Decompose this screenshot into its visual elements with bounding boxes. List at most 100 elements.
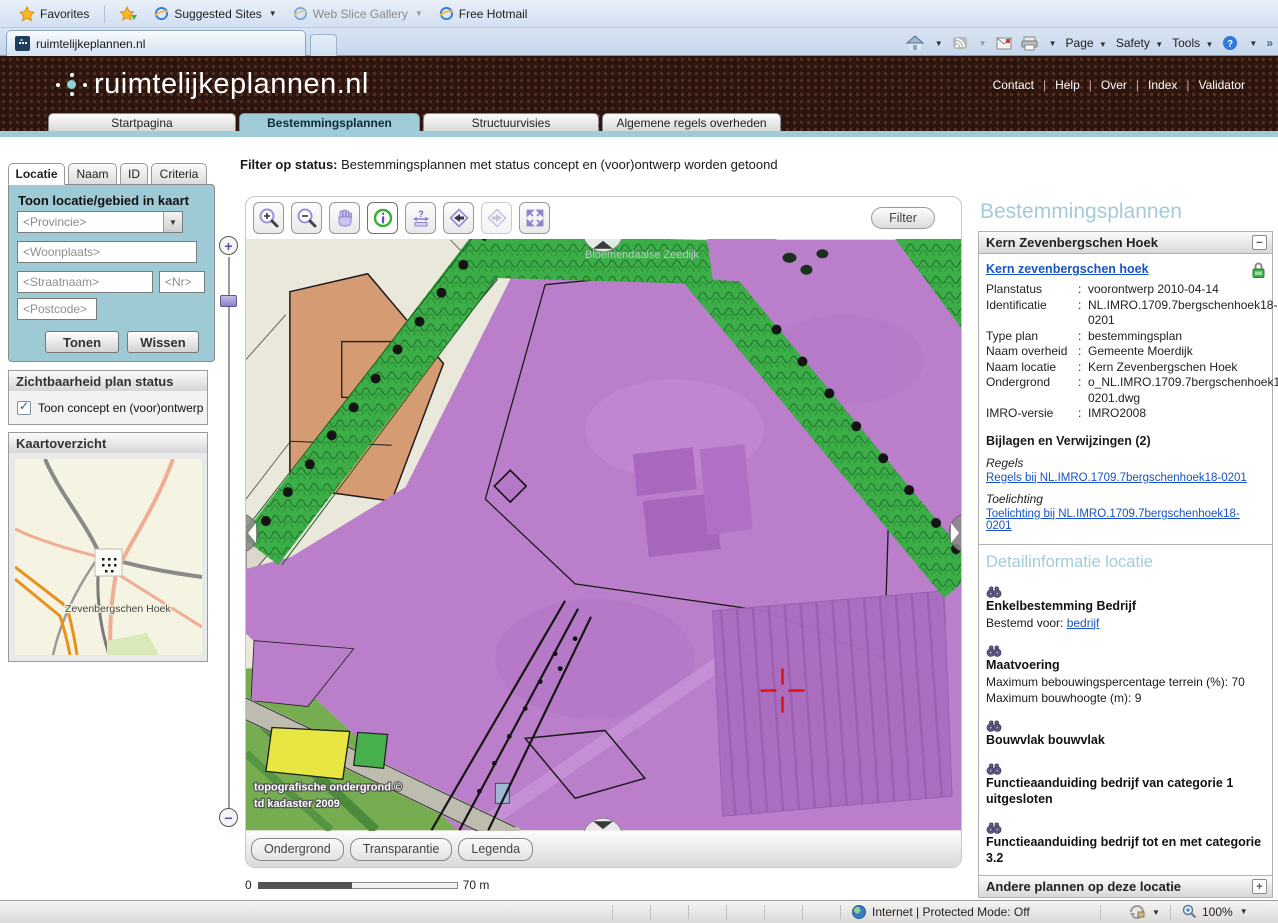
transparantie-button[interactable]: Transparantie [350, 838, 453, 861]
favorites-button[interactable]: Favorites [14, 4, 94, 24]
bedrijf-link[interactable]: bedrijf [1067, 616, 1100, 630]
wissen-button[interactable]: Wissen [127, 331, 199, 353]
zoom-out-slider-button[interactable]: − [219, 808, 238, 827]
suggested-sites-button[interactable]: Suggested Sites ▼ [149, 4, 281, 23]
pan-tool-button[interactable] [329, 202, 360, 234]
expand-button[interactable]: + [1252, 879, 1267, 894]
detail-item-functie-cat32: Functieaanduiding bedrijf tot en met cat… [986, 822, 1265, 866]
svg-text:?: ? [418, 209, 424, 219]
tab-startpagina[interactable]: Startpagina [48, 113, 236, 131]
lock-icon [1250, 260, 1267, 279]
map-frame: ? Filter [245, 196, 962, 868]
zoom-in-slider-button[interactable]: + [219, 236, 238, 255]
zoom-slider-handle[interactable] [220, 295, 237, 307]
panel-title: Bestemmingsplannen [980, 200, 1182, 224]
postcode-input[interactable] [17, 298, 97, 320]
measure-icon: ? [410, 207, 432, 229]
logo-dot [83, 83, 87, 87]
zoom-in-tool-button[interactable] [253, 202, 284, 234]
pan-hand-icon [334, 207, 356, 229]
browser-tab-bar: ruimtelijkeplannen.nl ▼ ▼ ▼ Page ▼ Safet… [0, 28, 1278, 56]
web-slice-gallery-button[interactable]: Web Slice Gallery ▼ [288, 4, 428, 23]
home-icon[interactable] [906, 35, 924, 51]
nav-validator[interactable]: Validator [1190, 78, 1254, 92]
chevron-down-icon[interactable]: ▼ [163, 212, 182, 232]
safety-menu[interactable]: Safety ▼ [1116, 36, 1163, 50]
zoom-out-tool-button[interactable] [291, 202, 322, 234]
visibility-checkbox-label: Toon concept en (voor)ontwerp [38, 401, 203, 415]
measure-tool-button[interactable]: ? [405, 202, 436, 234]
map-attribution-line2: td kadaster 2009 [254, 798, 340, 810]
zoom-slider-track[interactable] [228, 257, 230, 808]
sidebar-tab-id[interactable]: ID [120, 163, 148, 185]
overview-section-header: Kaartoverzicht [8, 432, 208, 454]
page-menu[interactable]: Page ▼ [1066, 36, 1107, 50]
next-extent-button[interactable] [481, 202, 512, 234]
ondergrond-button[interactable]: Ondergrond [251, 838, 344, 861]
tab-structuurvisies[interactable]: Structuurvisies [423, 113, 599, 131]
nav-contact[interactable]: Contact [984, 78, 1043, 92]
plan-link[interactable]: Kern zevenbergschen hoek [986, 262, 1149, 276]
map-toolbar: ? Filter [246, 197, 961, 239]
security-zone: Internet | Protected Mode: Off [852, 905, 1030, 919]
sidebar-tab-criteria[interactable]: Criteria [151, 163, 207, 185]
tab-algemene-regels[interactable]: Algemene regels overheden [602, 113, 781, 131]
attachments-header: Bijlagen en Verwijzingen (2) [986, 434, 1265, 448]
collapse-button[interactable]: − [1252, 235, 1267, 250]
feeds-menu-caret[interactable]: ▼ [979, 39, 987, 48]
browser-tab[interactable]: ruimtelijkeplannen.nl [6, 30, 306, 56]
free-hotmail-label: Free Hotmail [459, 7, 528, 21]
read-mail-icon[interactable] [996, 37, 1012, 50]
detail-item-bouwvlak: Bouwvlak bouwvlak [986, 720, 1265, 748]
header-nav: Contact| Help| Over| Index| Validator [984, 78, 1254, 92]
rss-feeds-icon[interactable] [952, 36, 968, 50]
browser-zoom-control[interactable]: 100% ▼ [1182, 904, 1248, 919]
detail-row: Planstatus:voorontwerp 2010-04-14 [986, 282, 1265, 298]
home-menu-caret[interactable]: ▼ [935, 39, 943, 48]
map-bottom-bar: Ondergrond Transparantie Legenda [246, 831, 961, 867]
detail-row: Naam locatie:Kern Zevenbergschen Hoek [986, 360, 1265, 376]
map-yellow-zone [266, 727, 350, 779]
site-logo[interactable]: ruimtelijkeplannen.nl [56, 68, 369, 101]
plan-section-body: Kern zevenbergschen hoek Planstatus:voor… [979, 254, 1272, 532]
identify-tool-button[interactable] [367, 202, 398, 234]
help-menu-caret[interactable]: ▼ [1249, 39, 1257, 48]
tab-bestemmingsplannen[interactable]: Bestemmingsplannen [239, 113, 420, 131]
chevron-down-icon: ▼ [269, 9, 277, 18]
straatnaam-input[interactable] [17, 271, 153, 293]
compatibility-view-control[interactable]: ▼ [1128, 904, 1160, 920]
detail-info-title: Detailinformatie locatie [986, 553, 1265, 572]
print-icon[interactable] [1021, 36, 1038, 51]
new-tab-stub[interactable] [310, 34, 337, 56]
toelichting-link[interactable]: Toelichting bij NL.IMRO.1709.7bergschenh… [986, 508, 1265, 532]
free-hotmail-button[interactable]: Free Hotmail [434, 4, 533, 23]
ie-icon [293, 6, 308, 21]
sidebar-tab-locatie[interactable]: Locatie [8, 163, 65, 185]
tools-menu[interactable]: Tools ▼ [1172, 36, 1213, 50]
sidebar-tab-naam[interactable]: Naam [68, 163, 117, 185]
full-extent-button[interactable] [519, 202, 550, 234]
nav-help[interactable]: Help [1046, 78, 1089, 92]
regels-link[interactable]: Regels bij NL.IMRO.1709.7bergschenhoek18… [986, 472, 1247, 484]
nav-over[interactable]: Over [1092, 78, 1136, 92]
huisnummer-input[interactable] [159, 271, 205, 293]
help-icon[interactable]: ? [1222, 35, 1238, 51]
filter-button[interactable]: Filter [871, 207, 935, 229]
overflow-chevron[interactable]: » [1266, 36, 1273, 50]
visibility-checkbox[interactable]: ✓ [17, 401, 31, 415]
map-canvas[interactable]: Bloemendaalse Zeedijk topografische onde… [246, 239, 961, 831]
add-to-favorites-button[interactable] [115, 4, 143, 24]
filter-status-label: Filter op status: [240, 157, 338, 172]
provincie-select[interactable]: <Provincie> ▼ [17, 211, 183, 233]
print-menu-caret[interactable]: ▼ [1049, 39, 1057, 48]
favorites-label: Favorites [40, 7, 89, 21]
toelichting-label: Toelichting [986, 492, 1265, 506]
legenda-button[interactable]: Legenda [458, 838, 533, 861]
previous-extent-button[interactable] [443, 202, 474, 234]
nav-index[interactable]: Index [1139, 78, 1186, 92]
plan-panel: Kern Zevenbergschen Hoek − Kern zevenber… [978, 231, 1273, 898]
woonplaats-input[interactable] [17, 241, 197, 263]
tonen-button[interactable]: Tonen [45, 331, 119, 353]
overview-map[interactable]: Zevenbergschen Hoek [15, 459, 202, 655]
scale-bar-dark-segment [258, 882, 352, 889]
